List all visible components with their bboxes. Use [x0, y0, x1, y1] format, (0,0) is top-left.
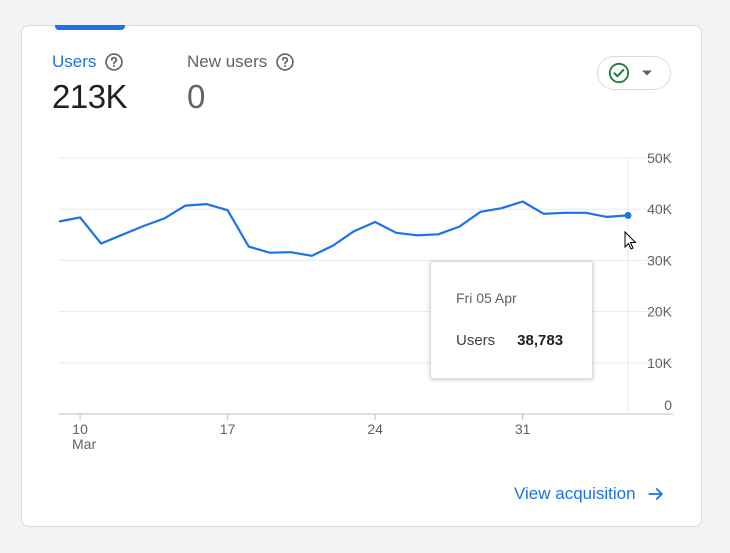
y-tick-label: 50K: [647, 150, 673, 166]
users-overview-card: Users 213K New users 0 0 10K 20K 30K 40K…: [21, 25, 702, 527]
y-tick-label: 20K: [647, 304, 673, 320]
y-tick-label: 40K: [647, 201, 673, 217]
users-line-chart: 0 10K 20K 30K 40K 50K 10Mar 17 24 31: [58, 150, 673, 452]
y-axis-ticks: 0 10K 20K 30K 40K 50K: [647, 150, 673, 413]
x-axis-ticks: 10Mar 17 24 31: [72, 414, 531, 452]
tooltip-date: Fri 05 Apr: [456, 290, 517, 306]
x-tick-sublabel: Mar: [72, 436, 96, 452]
tooltip-value: 38,783: [517, 332, 564, 349]
y-tick-label: 0: [664, 397, 672, 413]
x-tick-label: 10: [72, 421, 88, 437]
tooltip-row: Users 38,783: [456, 332, 563, 349]
view-acquisition-link[interactable]: View acquisition: [514, 484, 666, 504]
y-tick-label: 30K: [647, 252, 673, 268]
chart-tooltip: Fri 05 Apr Users 38,783: [430, 261, 593, 379]
chart-points: [624, 211, 632, 219]
hover-point: [624, 211, 632, 219]
y-tick-label: 10K: [647, 355, 673, 371]
x-tick-label: 17: [220, 421, 236, 437]
view-acquisition-label: View acquisition: [514, 484, 636, 503]
mouse-cursor-icon: [624, 230, 637, 250]
x-tick-label: 24: [367, 421, 383, 437]
tooltip-series-label: Users: [456, 332, 496, 349]
arrow-right-icon: [648, 488, 663, 500]
x-tick-label: 31: [515, 421, 531, 437]
